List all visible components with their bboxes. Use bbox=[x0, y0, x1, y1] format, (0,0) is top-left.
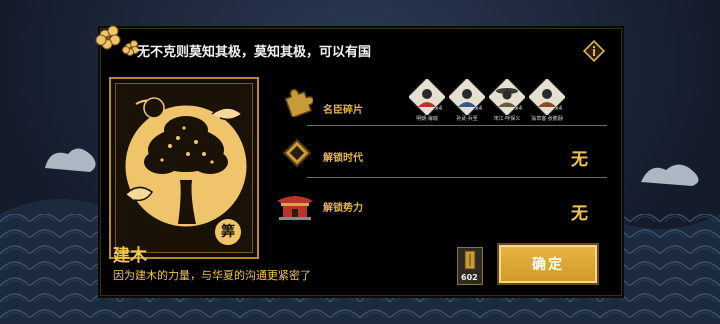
puzzle-icon bbox=[281, 85, 315, 119]
fragment-count: x4 bbox=[475, 105, 483, 112]
fragment-name: 明朝·海瑞 bbox=[416, 116, 438, 122]
unlock-info: 名臣碎片 x4 明朝·海瑞 x4 孙武·兵圣 x4 宋江·呼保义 x4 翁草客·… bbox=[271, 75, 616, 259]
dialog-header: 无不克则莫知其极，莫知其极，可以有国 bbox=[95, 25, 621, 69]
cloud-decoration bbox=[641, 164, 699, 186]
confirm-button[interactable]: 确定 bbox=[497, 243, 599, 285]
fragments-label: 名臣碎片 bbox=[323, 105, 363, 116]
fragment-item[interactable]: x4 宋江·呼保义 bbox=[486, 76, 528, 122]
item-card: 筭 bbox=[109, 77, 259, 259]
unlock-dialog: 无不克则莫知其极，莫知其极，可以有国 筭 名臣碎片 x4 明朝·海瑞 x4 孙武… bbox=[95, 25, 622, 296]
item-icon bbox=[464, 250, 476, 270]
fragment-count: x4 bbox=[555, 105, 563, 112]
fragment-item[interactable]: x4 翁草客·张鹏翮 bbox=[526, 76, 568, 122]
fragment-name: 宋江·呼保义 bbox=[493, 116, 521, 122]
dialog-quote: 无不克则莫知其极，莫知其极，可以有国 bbox=[137, 45, 372, 60]
info-icon[interactable] bbox=[583, 40, 605, 62]
row-divider bbox=[307, 125, 607, 126]
item-title: 建木 bbox=[113, 246, 147, 266]
cloud-decoration bbox=[45, 148, 96, 172]
card-art: 筭 bbox=[115, 83, 253, 253]
palace-icon bbox=[275, 191, 315, 221]
diamond-icon bbox=[281, 137, 313, 169]
unlock-faction-label: 解锁势力 bbox=[323, 203, 363, 214]
fragment-name: 孙武·兵圣 bbox=[456, 116, 478, 122]
unlock-era-value: 无 bbox=[571, 150, 588, 170]
resource-count: 602 bbox=[461, 273, 478, 282]
row-divider bbox=[307, 177, 607, 178]
fragment-item[interactable]: x4 孙武·兵圣 bbox=[446, 76, 488, 122]
fragment-name: 翁草客·张鹏翮 bbox=[531, 116, 563, 122]
card-seal: 筭 bbox=[221, 224, 235, 240]
item-description: 因为建木的力量，与华夏的沟通更紧密了 bbox=[113, 269, 311, 282]
unlock-faction-value: 无 bbox=[571, 204, 588, 224]
fragment-count: x4 bbox=[435, 105, 443, 112]
fragment-count: x4 bbox=[515, 105, 523, 112]
fragment-item[interactable]: x4 明朝·海瑞 bbox=[406, 76, 448, 122]
unlock-era-label: 解锁时代 bbox=[323, 153, 363, 164]
